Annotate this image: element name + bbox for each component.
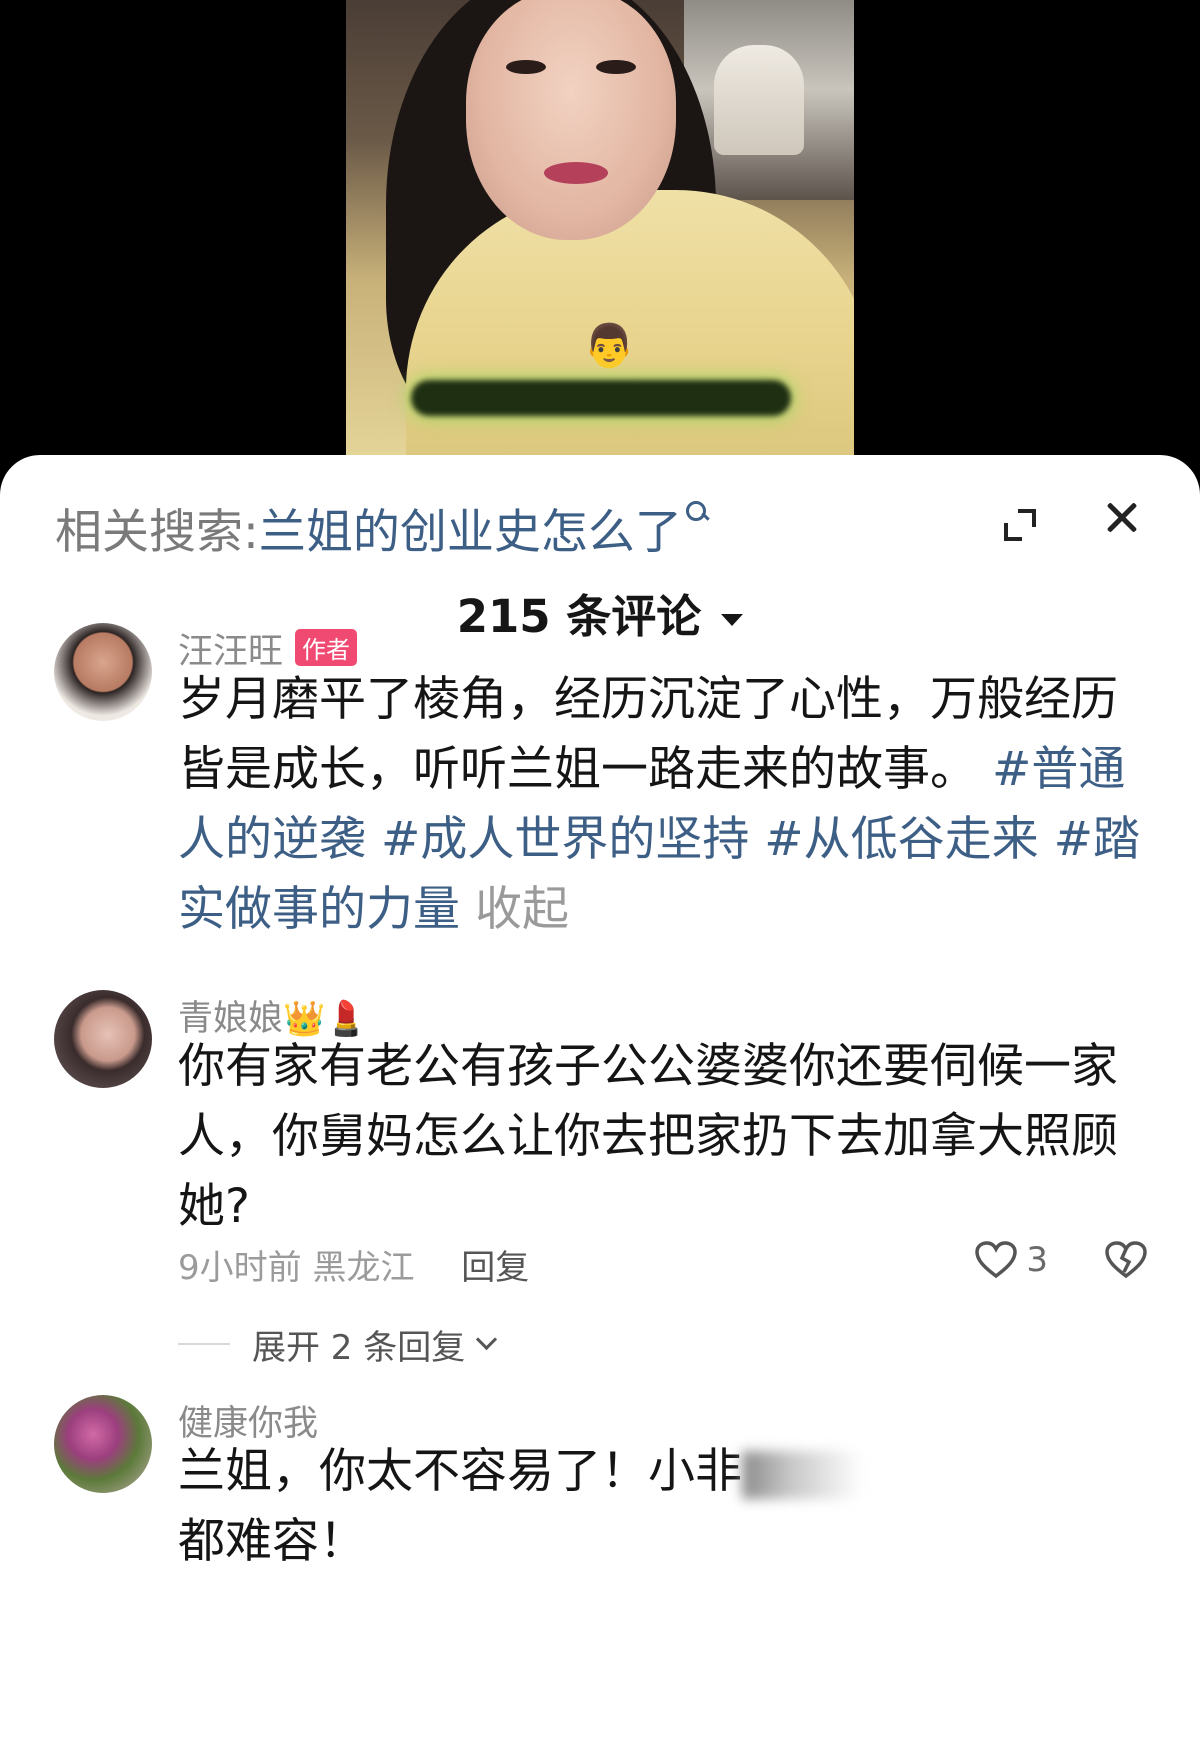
related-search-query[interactable]: 兰姐的创业史怎么了 <box>259 493 682 562</box>
video-blurred-caption <box>411 380 791 416</box>
hashtag[interactable]: #从低谷走来 <box>764 812 1038 867</box>
censor-blur <box>742 1450 862 1499</box>
comment-meta: 9小时前 黑龙江 回复 3 <box>178 1240 1148 1288</box>
comment-body-line1: 兰姐，你太不容易了！小非 <box>178 1444 742 1499</box>
like-button[interactable]: 3 <box>974 1240 1048 1280</box>
comment-location: 黑龙江 <box>312 1248 415 1288</box>
comment-text: 岁月磨平了棱角，经历沉淀了心性，万般经历皆是成长，听听兰姐一路走来的故事。 #普… <box>178 665 1158 945</box>
video-frame: 👨 <box>346 0 854 470</box>
caret-down-icon <box>721 614 744 626</box>
avatar[interactable] <box>54 990 152 1088</box>
hashtag[interactable]: #成人世界的坚持 <box>381 812 749 867</box>
comment-time: 9小时前 <box>178 1248 302 1288</box>
avatar[interactable] <box>54 1395 152 1493</box>
collapse-link[interactable]: 收起 <box>475 882 569 937</box>
comment-text: 你有家有老公有孩子公公婆婆你还要伺候一家人，你舅妈怎么让你去把家扔下去加拿大照顾… <box>178 1039 1118 1234</box>
expand-icon[interactable] <box>1000 505 1040 545</box>
expand-replies-button[interactable]: 展开 2 条回复 <box>178 1320 678 1368</box>
close-icon[interactable] <box>1100 495 1144 539</box>
video-person-eye <box>596 60 636 74</box>
author-badge: 作者 <box>295 629 358 666</box>
chevron-down-icon <box>476 1328 498 1350</box>
video-background-chair <box>714 45 804 155</box>
related-search-label: 相关搜索: <box>55 504 259 560</box>
video-overlay-emoji: 👨 <box>583 321 636 370</box>
comment-text: 兰姐，你太不容易了！小非 都难容！ <box>178 1437 1158 1577</box>
video-person-face <box>466 0 676 240</box>
avatar[interactable] <box>54 623 152 721</box>
search-icon[interactable] <box>685 501 710 525</box>
related-search[interactable]: 相关搜索: 兰姐的创业史怎么了 <box>55 497 710 560</box>
like-count: 3 <box>1026 1240 1048 1280</box>
reply-button[interactable]: 回复 <box>461 1248 529 1288</box>
divider-line <box>178 1343 230 1345</box>
comment-count-label: 215 条评论 <box>456 590 702 643</box>
video-person-lips <box>544 162 608 184</box>
video-person-eye <box>506 60 546 74</box>
comment-body-line2: 都难容！ <box>178 1514 366 1569</box>
broken-heart-icon[interactable] <box>1104 1240 1148 1280</box>
expand-replies-label: 展开 2 条回复 <box>252 1327 466 1368</box>
comment-body: 岁月磨平了棱角，经历沉淀了心性，万般经历皆是成长，听听兰姐一路走来的故事。 <box>178 672 1118 797</box>
comments-sheet: 相关搜索: 兰姐的创业史怎么了 215 条评论 汪汪旺 作者 岁月磨平了棱角，经历… <box>0 455 1200 1741</box>
heart-icon <box>975 1241 1018 1279</box>
video-player[interactable]: 👨 <box>0 0 1200 470</box>
